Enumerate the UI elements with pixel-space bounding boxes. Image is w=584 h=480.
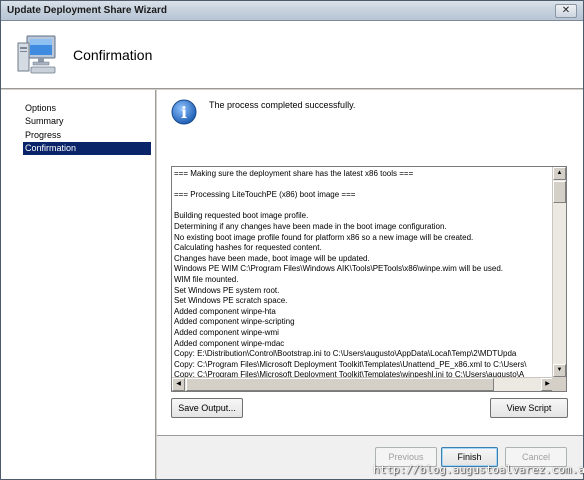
window-title: Update Deployment Share Wizard: [7, 5, 167, 16]
arrow-down-icon: ▼: [556, 367, 563, 373]
log-line: Added component winpe-mdac: [174, 338, 285, 348]
log-line: Calculating hashes for requested content…: [174, 243, 322, 253]
sidebar-item-confirmation[interactable]: Confirmation: [23, 142, 151, 155]
log-line: Added component winpe-hta: [174, 306, 276, 316]
arrow-up-icon: ▲: [556, 170, 563, 176]
vertical-scroll-thumb[interactable]: [553, 181, 566, 203]
log-line: Copy: E:\Distribution\Control\Bootstrap.…: [174, 349, 517, 359]
log-line: Set Windows PE scratch space.: [174, 296, 288, 306]
scrollbar-corner: [552, 377, 566, 391]
info-glyph: i: [181, 103, 187, 122]
wizard-header: Confirmation: [1, 21, 583, 89]
log-line: No existing boot image profile found for…: [174, 232, 474, 242]
title-bar[interactable]: Update Deployment Share Wizard ✕: [1, 1, 583, 21]
save-output-button[interactable]: Save Output...: [171, 398, 243, 418]
log-line: Building requested boot image profile.: [174, 211, 309, 221]
log-line: Copy: C:\Program Files\Microsoft Deploym…: [174, 359, 527, 369]
scroll-down-button[interactable]: ▼: [553, 364, 566, 377]
arrow-right-icon: ▶: [545, 381, 550, 387]
log-line: Added component winpe-scripting: [174, 317, 295, 327]
log-line: Determining if any changes have been mad…: [174, 221, 447, 231]
page-title: Confirmation: [73, 47, 153, 63]
wizard-steps-sidebar: Options Summary Progress Confirmation: [1, 90, 156, 479]
sidebar-item-options[interactable]: Options: [23, 102, 151, 115]
sidebar-item-progress[interactable]: Progress: [23, 129, 151, 142]
log-line: Added component winpe-wmi: [174, 327, 279, 337]
log-line: Changes have been made, boot image will …: [174, 253, 370, 263]
computer-monitor-icon: [17, 35, 56, 74]
scroll-up-button[interactable]: ▲: [553, 167, 566, 180]
arrow-left-icon: ◀: [176, 381, 181, 387]
log-line: === Making sure the deployment share has…: [174, 169, 414, 178]
view-script-button[interactable]: View Script: [490, 398, 568, 418]
vertical-scrollbar[interactable]: ▲ ▼: [552, 167, 566, 377]
log-line: Windows PE WIM C:\Program Files\Windows …: [174, 264, 503, 274]
log-text: === Making sure the deployment share has…: [174, 169, 554, 379]
close-button[interactable]: ✕: [555, 4, 577, 18]
close-icon: ✕: [561, 5, 571, 16]
log-line: Set Windows PE system root.: [174, 285, 280, 295]
watermark-url: http://blog.augustoalvarez.com.ar/: [373, 463, 584, 476]
horizontal-scrollbar[interactable]: ◀ ▶: [172, 377, 554, 391]
info-icon: i: [171, 99, 197, 125]
sidebar-item-summary[interactable]: Summary: [23, 115, 151, 128]
output-log[interactable]: === Making sure the deployment share has…: [171, 166, 567, 392]
wizard-window: Update Deployment Share Wizard ✕ Confirm…: [0, 0, 584, 480]
log-line: WIM file mounted.: [174, 274, 239, 284]
status-message: The process completed successfully.: [209, 100, 356, 110]
horizontal-scroll-thumb[interactable]: [186, 378, 494, 391]
scroll-left-button[interactable]: ◀: [172, 378, 185, 391]
log-line: === Processing LiteTouchPE (x86) boot im…: [174, 190, 356, 200]
